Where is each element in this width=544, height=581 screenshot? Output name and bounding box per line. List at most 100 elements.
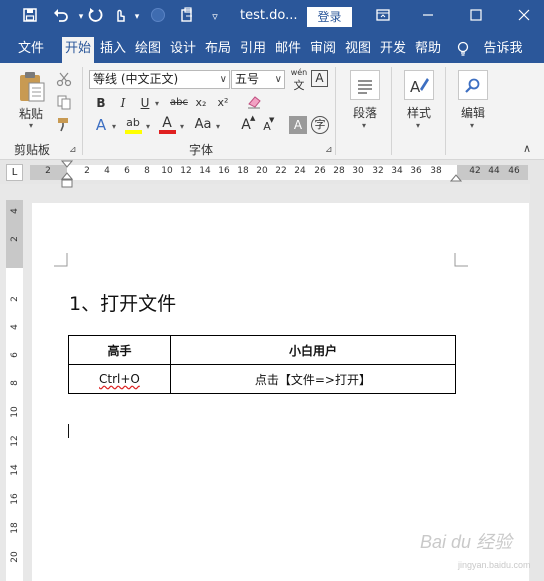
copy-icon[interactable] — [56, 94, 72, 110]
styles-dropdown-icon[interactable]: ▾ — [416, 121, 420, 130]
tab-mailings[interactable]: 邮件 — [272, 34, 304, 63]
format-painter-icon[interactable] — [56, 116, 72, 132]
tab-selector-button[interactable]: L — [6, 164, 23, 181]
character-border-button[interactable]: A — [311, 70, 328, 87]
phonetic-guide-button[interactable]: wén 文 — [290, 68, 308, 92]
tab-draw[interactable]: 绘图 — [132, 34, 164, 63]
clipboard-icon[interactable] — [177, 7, 197, 27]
font-name-value: 等线 (中文正文) — [93, 72, 179, 86]
tab-references[interactable]: 引用 — [237, 34, 269, 63]
tab-home[interactable]: 开始 — [62, 37, 94, 63]
minimize-icon[interactable] — [418, 7, 438, 27]
touch-dropdown-icon[interactable]: ▾ — [127, 7, 147, 27]
tab-file[interactable]: 文件 — [12, 34, 50, 63]
character-shading-button[interactable]: A — [289, 116, 307, 134]
enclose-characters-button[interactable]: 字 — [311, 116, 329, 134]
change-case-dropdown-icon[interactable]: ▾ — [216, 122, 220, 131]
ruler-tick-label: 4 — [10, 208, 20, 214]
right-indent-marker-icon[interactable] — [450, 172, 462, 182]
styles-icon[interactable]: A — [404, 70, 434, 100]
vertical-scrollbar[interactable] — [530, 184, 544, 581]
text-effects-button[interactable]: A — [92, 116, 110, 134]
tell-me-search[interactable]: 告诉我 — [480, 34, 526, 63]
font-size-select[interactable]: 五号 ∨ — [231, 70, 285, 89]
text-effects-dropdown-icon[interactable]: ▾ — [112, 122, 116, 131]
tab-help[interactable]: 帮助 — [412, 34, 444, 63]
redo-icon[interactable] — [85, 7, 105, 27]
ruler-tick-label: 46 — [508, 166, 520, 176]
ruler-tick-label: 18 — [10, 522, 20, 534]
chevron-down-icon: ∨ — [274, 74, 282, 85]
styles-button[interactable]: 样式 — [407, 104, 431, 121]
circle-icon[interactable] — [148, 7, 168, 27]
tab-review[interactable]: 审阅 — [307, 34, 339, 63]
ruler-tick-label: 12 — [10, 435, 20, 447]
highlight-dropdown-icon[interactable]: ▾ — [146, 122, 150, 131]
table-header-cell[interactable]: 高手 — [68, 335, 171, 365]
font-name-select[interactable]: 等线 (中文正文) ∨ — [89, 70, 230, 89]
table-row: Ctrl+O 点击【文件=>打开】 — [68, 364, 457, 394]
underline-button[interactable]: U — [136, 94, 154, 112]
ribbon-tabs: 文件 开始 插入 绘图 设计 布局 引用 邮件 审阅 视图 开发 帮助 告诉我 — [0, 34, 544, 63]
tab-view[interactable]: 视图 — [342, 34, 374, 63]
bold-button[interactable]: B — [92, 94, 110, 112]
table-header-cell[interactable]: 小白用户 — [169, 335, 457, 365]
table-cell[interactable]: Ctrl+O — [68, 364, 171, 394]
ruler-tick-label: 2 — [84, 166, 90, 176]
vertical-ruler[interactable]: 4 2 2 4 6 8 10 12 14 16 18 20 — [6, 200, 23, 581]
highlight-label: ab — [126, 116, 140, 129]
font-size-value: 五号 — [235, 72, 260, 86]
ruler-tick-label: 30 — [352, 166, 364, 176]
font-group-label: 字体 — [189, 143, 214, 157]
ruler-tick-label: 2 — [10, 236, 20, 242]
italic-button[interactable]: I — [114, 94, 132, 112]
undo-icon[interactable] — [51, 7, 71, 27]
strikethrough-button[interactable]: abc — [168, 94, 190, 112]
tab-insert[interactable]: 插入 — [97, 34, 129, 63]
document-table[interactable]: 高手 小白用户 Ctrl+O 点击【文件=>打开】 — [68, 335, 457, 394]
paste-label[interactable]: 粘贴 — [19, 105, 43, 122]
document-page[interactable]: 1、打开文件 高手 小白用户 Ctrl+O 点击【文件=>打开】 — [32, 203, 529, 581]
ribbon-display-icon[interactable] — [373, 7, 393, 27]
ruler-tick-label: 14 — [199, 166, 211, 176]
shrink-arrow-icon: ▼ — [269, 116, 275, 124]
paragraph-icon[interactable] — [350, 70, 380, 100]
search-icon[interactable] — [458, 70, 488, 100]
maximize-icon[interactable] — [466, 7, 486, 27]
superscript-button[interactable]: x² — [214, 94, 232, 112]
font-launcher-icon[interactable]: ⊿ — [325, 145, 333, 155]
change-case-button[interactable]: Aa — [192, 116, 214, 134]
paste-dropdown-icon[interactable]: ▾ — [29, 121, 33, 130]
lightbulb-icon[interactable] — [455, 34, 471, 63]
subscript-button[interactable]: x₂ — [192, 94, 210, 112]
editing-dropdown-icon[interactable]: ▾ — [470, 121, 474, 130]
tab-developer[interactable]: 开发 — [377, 34, 409, 63]
tab-layout[interactable]: 布局 — [202, 34, 234, 63]
document-heading[interactable]: 1、打开文件 — [69, 289, 176, 316]
close-icon[interactable] — [514, 7, 534, 27]
ruler-tick-label: 10 — [10, 406, 20, 418]
grow-arrow-icon: ▲ — [250, 114, 256, 122]
login-button[interactable]: 登录 — [307, 7, 352, 27]
ruler-tick-label: 16 — [218, 166, 230, 176]
ruler-tick-label: 44 — [488, 166, 500, 176]
collapse-ribbon-icon[interactable]: ∧ — [523, 142, 531, 155]
customize-icon[interactable]: ▿ — [205, 7, 225, 27]
clipboard-launcher-icon[interactable]: ⊿ — [69, 145, 77, 155]
clear-formatting-icon[interactable] — [246, 94, 262, 110]
cut-icon[interactable] — [56, 71, 72, 87]
watermark-logo: Bai du 经验 — [420, 532, 513, 552]
underline-dropdown-icon[interactable]: ▾ — [155, 99, 159, 108]
paste-icon[interactable] — [17, 69, 47, 103]
editing-button[interactable]: 编辑 — [461, 104, 485, 121]
font-color-dropdown-icon[interactable]: ▾ — [180, 122, 184, 131]
ruler-tick-label: 10 — [161, 166, 173, 176]
tab-design[interactable]: 设计 — [167, 34, 199, 63]
paragraph-button[interactable]: 段落 — [353, 104, 377, 121]
ruler-tick-label: 16 — [10, 493, 20, 505]
ruler-tick-label: 36 — [410, 166, 422, 176]
table-cell[interactable]: 点击【文件=>打开】 — [169, 364, 457, 394]
save-icon[interactable] — [20, 7, 40, 27]
indent-markers-icon[interactable] — [61, 160, 73, 188]
paragraph-dropdown-icon[interactable]: ▾ — [362, 121, 366, 130]
